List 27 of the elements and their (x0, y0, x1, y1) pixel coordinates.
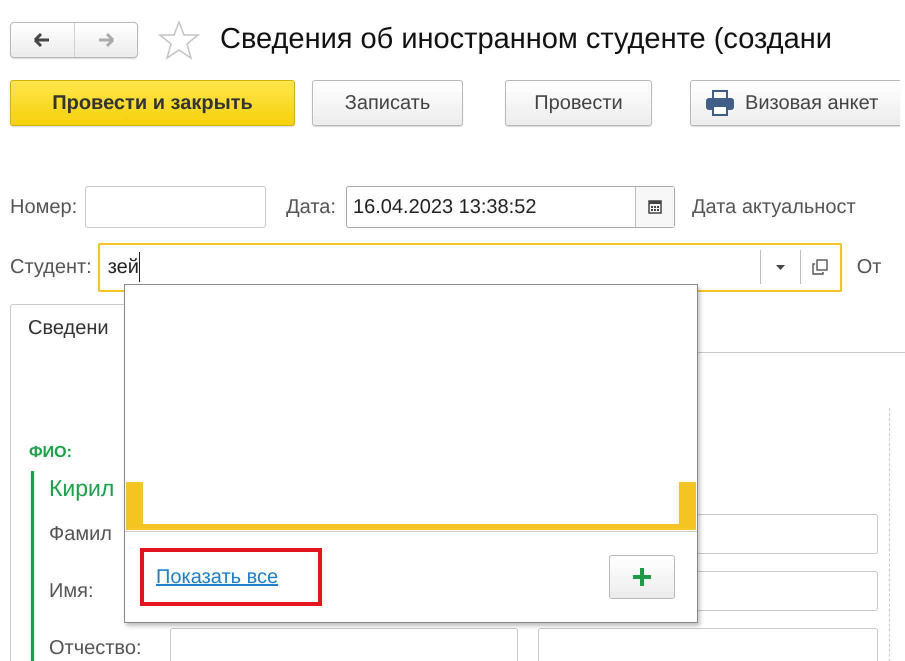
print-button[interactable]: Визовая анкет (690, 80, 900, 126)
caret-icon (776, 264, 785, 270)
printer-icon (705, 90, 735, 116)
number-field[interactable] (85, 186, 266, 228)
star-icon[interactable] (158, 20, 200, 60)
toolbar-button[interactable]: Провести (505, 80, 652, 126)
group-title: Кирил (49, 474, 116, 503)
open-window-icon (812, 259, 828, 275)
field-label: Дата актуальност (692, 194, 856, 220)
field-label: От (856, 255, 882, 280)
text-field[interactable] (170, 628, 518, 661)
field-label: Номер: (10, 194, 78, 220)
show-all-link[interactable]: Показать все (156, 566, 278, 588)
field-label: Студент: (10, 255, 92, 280)
post-and-close-button[interactable]: Провести и закрыть (10, 80, 295, 126)
section-title: ФИО: (29, 442, 73, 462)
toolbar-button[interactable]: Записать (312, 80, 463, 126)
text-field[interactable] (538, 628, 878, 661)
tab[interactable]: Сведени (10, 304, 127, 352)
calendar-button[interactable] (634, 186, 674, 226)
field-label: Отчество: (49, 636, 142, 660)
add-button[interactable] (609, 555, 675, 599)
plus-icon (633, 568, 651, 586)
calendar-icon (648, 199, 662, 214)
field-label: Фамил (49, 522, 113, 546)
field-label: Дата: (286, 194, 336, 220)
window-title: Сведения об иностранном студенте (создани (220, 22, 832, 57)
